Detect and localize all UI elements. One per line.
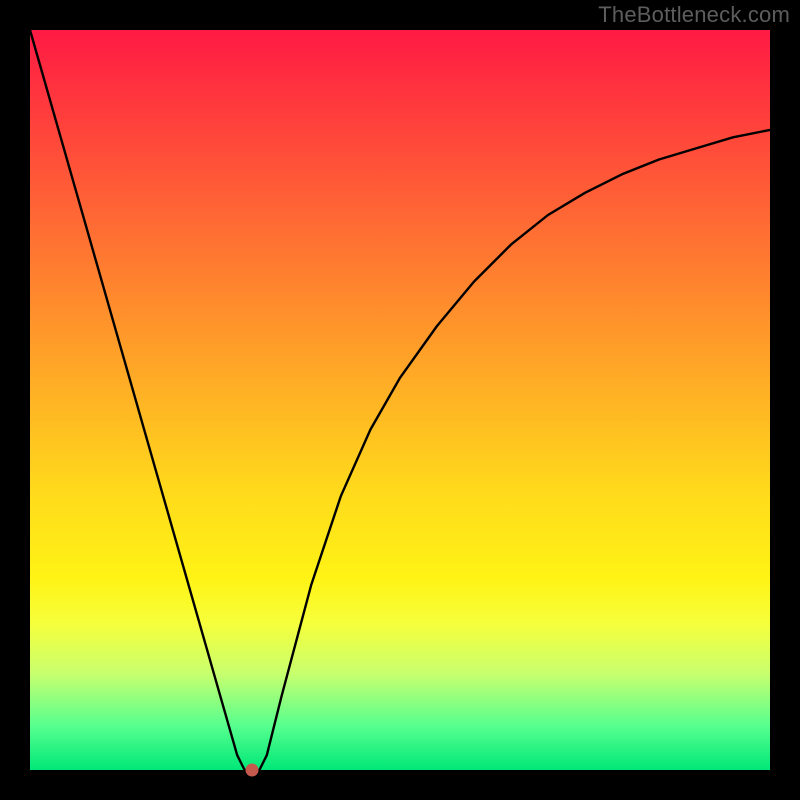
watermark-text: TheBottleneck.com	[598, 2, 790, 28]
plot-area	[30, 30, 770, 770]
plot-svg	[30, 30, 770, 770]
chart-frame: TheBottleneck.com	[0, 0, 800, 800]
optimum-marker	[246, 764, 258, 776]
bottleneck-curve	[30, 30, 770, 770]
